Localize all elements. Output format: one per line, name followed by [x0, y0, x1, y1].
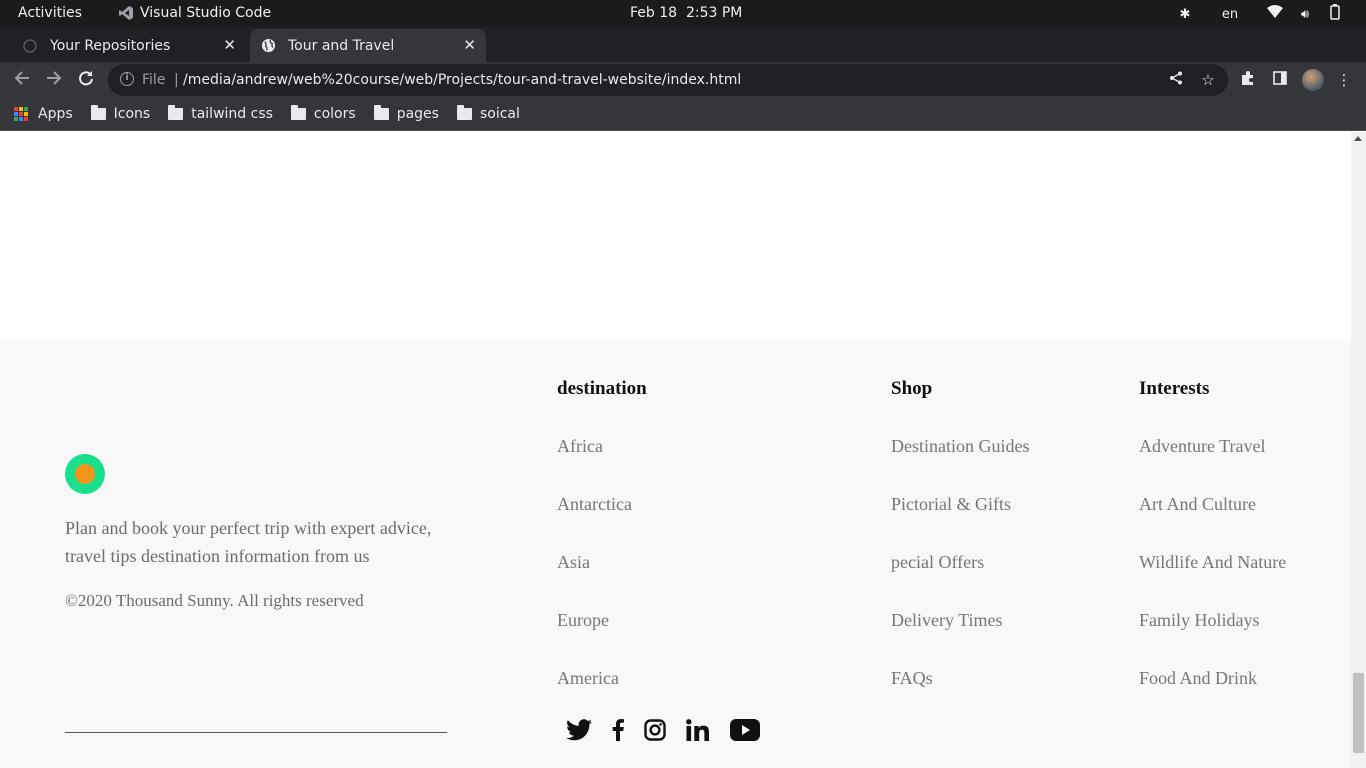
column-heading: Shop [891, 378, 933, 399]
footer-column-interests: Interests Adventure Travel Art And Cultu… [1139, 378, 1286, 726]
apps-grid-icon [14, 107, 28, 121]
footer-column-destination: destination Africa Antarctica Asia Europ… [557, 378, 647, 726]
wifi-icon[interactable] [1260, 5, 1290, 23]
footer-divider [65, 732, 447, 733]
browser-toolbar: i File | /media/andrew/web%20course/web/… [0, 62, 1366, 98]
power-icon[interactable] [1320, 4, 1350, 24]
footer-link[interactable]: Pictorial & Gifts [891, 494, 1029, 552]
site-footer: Plan and book your perfect trip with exp… [0, 341, 1351, 768]
tab-strip: Your Repositories ✕ Tour and Travel ✕ + [0, 27, 1366, 82]
address-separator: | [174, 72, 179, 88]
url-text[interactable]: /media/andrew/web%20course/web/Projects/… [183, 72, 741, 88]
activities-button[interactable]: Activities [18, 5, 82, 21]
file-scheme-label: File [142, 72, 166, 88]
social-links [566, 719, 780, 741]
folder-icon [290, 105, 306, 120]
bookmark-label: pages [396, 106, 439, 122]
back-arrow-icon [14, 71, 29, 85]
slack-icon[interactable]: ✱ [1170, 7, 1200, 22]
bookmark-tailwind-css[interactable]: tailwind css [168, 105, 273, 122]
copyright-text: ©2020 Thousand Sunny. All rights reserve… [65, 591, 364, 610]
bookmarks-bar: Apps Icons tailwind css colors pages soi… [0, 98, 1366, 131]
reload-button[interactable] [76, 70, 96, 90]
footer-link[interactable]: Wildlife And Nature [1139, 552, 1286, 610]
tab-your-repositories[interactable]: Your Repositories ✕ [8, 29, 246, 62]
volume-icon[interactable]: 🔊︎ [1290, 7, 1320, 22]
bookmark-pages[interactable]: pages [373, 105, 439, 122]
youtube-icon[interactable] [730, 719, 760, 741]
time-label: 2:53 PM [685, 5, 743, 21]
bookmark-colors[interactable]: colors [290, 105, 356, 122]
linkedin-icon[interactable] [686, 719, 710, 741]
folder-icon [456, 105, 472, 120]
footer-column-shop: Shop Destination Guides Pictorial & Gift… [891, 378, 1029, 726]
app-name: Visual Studio Code [140, 5, 272, 21]
reload-icon [79, 71, 93, 86]
bookmark-icons[interactable]: Icons [90, 105, 151, 122]
footer-link[interactable]: Destination Guides [891, 436, 1029, 494]
scroll-up-arrow-icon[interactable] [1354, 136, 1362, 141]
column-heading: Interests [1139, 378, 1210, 399]
more-options-icon[interactable]: ⋮ [1334, 70, 1354, 90]
footer-link[interactable]: Delivery Times [891, 610, 1029, 668]
tab-title: Your Repositories [50, 37, 171, 54]
bookmark-star-icon[interactable]: ☆ [1198, 70, 1218, 90]
bookmark-label: soical [479, 106, 520, 122]
tab-title: Tour and Travel [288, 37, 395, 54]
system-top-bar: Activities Visual Studio Code Feb 18 2:5… [0, 0, 1366, 27]
footer-link[interactable]: FAQs [891, 668, 1029, 726]
forward-button[interactable] [44, 70, 64, 90]
folder-icon [90, 105, 106, 120]
language-indicator[interactable]: en [1200, 7, 1260, 22]
bookmark-label: Icons [113, 106, 151, 122]
footer-link[interactable]: Europe [557, 610, 647, 668]
extensions-icon[interactable] [1238, 70, 1258, 90]
profile-avatar[interactable] [1302, 69, 1324, 91]
footer-link[interactable]: pecial Offers [891, 552, 1029, 610]
vscode-icon [119, 6, 133, 20]
tab-tour-and-travel[interactable]: Tour and Travel ✕ [250, 29, 486, 62]
twitter-icon[interactable] [566, 719, 592, 741]
bookmark-soical[interactable]: soical [456, 105, 520, 122]
footer-link[interactable]: Food And Drink [1139, 668, 1286, 726]
brand-logo[interactable] [65, 454, 105, 494]
clock[interactable]: Feb 18 2:53 PM [630, 5, 742, 21]
folder-icon [168, 105, 184, 120]
back-button[interactable] [12, 70, 32, 90]
footer-link[interactable]: America [557, 668, 647, 726]
bookmark-label: colors [313, 106, 356, 122]
date-label: Feb 18 [630, 5, 678, 21]
site-info-icon[interactable]: i [120, 72, 134, 86]
app-menu[interactable]: Visual Studio Code [118, 5, 271, 21]
forward-arrow-icon [47, 71, 62, 85]
footer-link[interactable]: Asia [557, 552, 647, 610]
bookmark-apps[interactable]: Apps [14, 106, 73, 122]
bookmark-label: tailwind css [191, 106, 273, 122]
bookmark-label: Apps [38, 106, 73, 122]
web-page: Plan and book your perfect trip with exp… [0, 132, 1351, 768]
page-scrollbar[interactable] [1351, 132, 1366, 768]
globe-icon [260, 38, 276, 54]
scrollbar-thumb[interactable] [1353, 673, 1364, 753]
footer-link[interactable]: Art And Culture [1139, 494, 1286, 552]
footer-link[interactable]: Africa [557, 436, 647, 494]
address-bar[interactable]: i File | /media/andrew/web%20course/web/… [108, 64, 1228, 96]
share-icon[interactable] [1166, 70, 1186, 90]
footer-link[interactable]: Family Holidays [1139, 610, 1286, 668]
close-tab-icon[interactable]: ✕ [223, 36, 236, 54]
folder-icon [373, 105, 389, 120]
footer-about-text: Plan and book your perfect trip with exp… [65, 518, 432, 566]
footer-link[interactable]: Adventure Travel [1139, 436, 1286, 494]
github-icon [22, 38, 38, 54]
system-tray[interactable]: ✱ en 🔊︎ [1170, 4, 1350, 24]
facebook-icon[interactable] [612, 719, 624, 741]
column-heading: destination [557, 378, 647, 399]
footer-link[interactable]: Antarctica [557, 494, 647, 552]
instagram-icon[interactable] [644, 719, 666, 741]
close-tab-icon[interactable]: ✕ [463, 36, 476, 54]
side-panel-icon[interactable] [1270, 70, 1290, 90]
